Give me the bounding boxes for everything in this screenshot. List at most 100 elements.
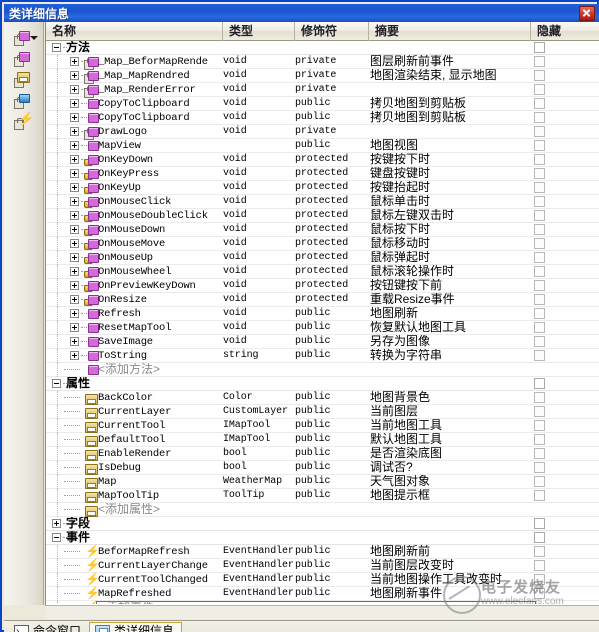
tab-command-window[interactable]: 命令窗口 [8,622,89,632]
hidden-checkbox[interactable] [534,434,545,445]
hidden-checkbox[interactable] [534,154,545,165]
hidden-checkbox[interactable] [534,574,545,585]
table-row[interactable]: Refresh void public 地图刷新 [46,307,599,321]
expand-icon[interactable] [70,281,79,290]
grid-group-row[interactable]: 属性 [46,377,599,391]
expand-icon[interactable] [70,141,79,150]
grid-add-row[interactable]: <添加方法> [46,363,599,377]
add-other-tool[interactable]: ⚡ [14,112,38,132]
hidden-checkbox[interactable] [534,56,545,67]
table-row[interactable]: OnMouseDown void protected 鼠标按下时 [46,223,599,237]
expand-icon[interactable] [70,225,79,234]
table-row[interactable]: CopyToClipboard void public 拷贝地图到剪贴板 [46,97,599,111]
expand-icon[interactable] [70,169,79,178]
hidden-checkbox[interactable] [534,126,545,137]
expand-icon[interactable] [70,99,79,108]
hidden-checkbox[interactable] [534,84,545,95]
expand-icon[interactable] [70,253,79,262]
add-event-tool[interactable] [14,91,38,111]
table-row[interactable]: ⚡ CurrentToolChanged EventHandler public 当前地… [46,573,599,587]
expand-icon[interactable] [70,85,79,94]
table-row[interactable]: OnKeyUp void protected 按键抬起时 [46,181,599,195]
expand-icon[interactable] [70,323,79,332]
grid-group-row[interactable]: 方法 [46,41,599,55]
hidden-checkbox[interactable] [534,294,545,305]
table-row[interactable]: ResetMapTool void public 恢复默认地图工具 [46,321,599,335]
expand-icon[interactable] [70,337,79,346]
hidden-checkbox[interactable] [534,448,545,459]
expand-icon[interactable] [70,183,79,192]
hidden-checkbox[interactable] [534,238,545,249]
table-row[interactable]: DrawLogo void private [46,125,599,140]
add-method-tool[interactable] [14,28,38,48]
hidden-checkbox[interactable] [534,224,545,235]
table-row[interactable]: ⚡ MapRefreshed EventHandler public 地图刷新事件 [46,587,599,601]
table-row[interactable]: OnMouseMove void protected 鼠标移动时 [46,237,599,251]
table-row[interactable]: EnableRender bool public 是否渲染底图 [46,447,599,461]
table-row[interactable]: CurrentLayer CustomLayer public 当前图层 [46,405,599,419]
collapse-icon[interactable] [52,379,61,388]
table-row[interactable]: OnMouseUp void protected 鼠标弹起时 [46,251,599,265]
grid-column-header-type[interactable]: 类型 [223,22,295,41]
grid-add-row[interactable]: <添加属性> [46,503,599,517]
hidden-checkbox[interactable] [534,518,545,529]
hidden-checkbox[interactable] [534,70,545,81]
table-row[interactable]: MapView public 地图视图 [46,139,599,153]
expand-icon[interactable] [52,519,61,528]
add-field-tool[interactable] [14,70,38,90]
hidden-checkbox[interactable] [534,476,545,487]
tab-class-details[interactable]: 类详细信息 [89,622,183,632]
chevron-down-icon[interactable] [30,36,38,40]
table-row[interactable]: OnMouseWheel void protected 鼠标滚轮操作时 [46,265,599,279]
grid-group-row[interactable]: 事件 [46,531,599,545]
expand-icon[interactable] [70,295,79,304]
table-row[interactable]: _Map_BeforMapRende void private 图层刷新前事件 [46,55,599,70]
hidden-checkbox[interactable] [534,462,545,473]
hidden-checkbox[interactable] [534,112,545,123]
expand-icon[interactable] [70,197,79,206]
table-row[interactable]: OnMouseDoubleClick void protected 鼠标左键双击时 [46,209,599,223]
hidden-checkbox[interactable] [534,392,545,403]
hidden-checkbox[interactable] [534,308,545,319]
table-row[interactable]: OnMouseClick void protected 鼠标单击时 [46,195,599,209]
hidden-checkbox[interactable] [534,406,545,417]
expand-icon[interactable] [70,71,79,80]
expand-icon[interactable] [70,351,79,360]
grid-column-header-modifier[interactable]: 修饰符 [295,22,369,41]
table-row[interactable]: ⚡ CurrentLayerChange EventHandler public 当前图… [46,559,599,573]
grid-column-header-name[interactable]: 名称 [46,22,223,41]
hidden-checkbox[interactable] [534,42,545,53]
hidden-checkbox[interactable] [534,168,545,179]
table-row[interactable]: _Map_MapRendred void private 地图渲染结束, 显示地图 [46,69,599,84]
hidden-checkbox[interactable] [534,546,545,557]
table-row[interactable]: IsDebug bool public 调试否? [46,461,599,475]
hidden-checkbox[interactable] [534,560,545,571]
table-row[interactable]: OnKeyPress void protected 键盘按键时 [46,167,599,181]
table-row[interactable]: ToString string public 转换为字符串 [46,349,599,363]
hidden-checkbox[interactable] [534,196,545,207]
expand-icon[interactable] [70,155,79,164]
expand-icon[interactable] [70,239,79,248]
grid-group-row[interactable]: 字段 [46,517,599,531]
table-row[interactable]: OnResize void protected 重载Resize事件 [46,293,599,307]
grid-horizontal-scrollbar[interactable] [45,605,599,619]
hidden-checkbox[interactable] [534,182,545,193]
hidden-checkbox[interactable] [534,350,545,361]
hidden-checkbox[interactable] [534,280,545,291]
hidden-checkbox[interactable] [534,532,545,543]
add-property-tool[interactable] [14,49,38,69]
expand-icon[interactable] [70,113,79,122]
table-row[interactable]: DefaultTool IMapTool public 默认地图工具 [46,433,599,447]
hidden-checkbox[interactable] [534,378,545,389]
table-row[interactable]: BackColor Color public 地图背景色 [46,391,599,405]
table-row[interactable]: MapToolTip ToolTip public 地图提示框 [46,489,599,503]
collapse-icon[interactable] [52,43,61,52]
hidden-checkbox[interactable] [534,420,545,431]
close-icon[interactable] [579,5,595,21]
expand-icon[interactable] [70,57,79,66]
expand-icon[interactable] [70,127,79,136]
hidden-checkbox[interactable] [534,140,545,151]
grid-column-header-hidden[interactable]: 隐藏 [531,22,591,41]
table-row[interactable]: Map WeatherMap public 天气图对象 [46,475,599,489]
expand-icon[interactable] [70,267,79,276]
